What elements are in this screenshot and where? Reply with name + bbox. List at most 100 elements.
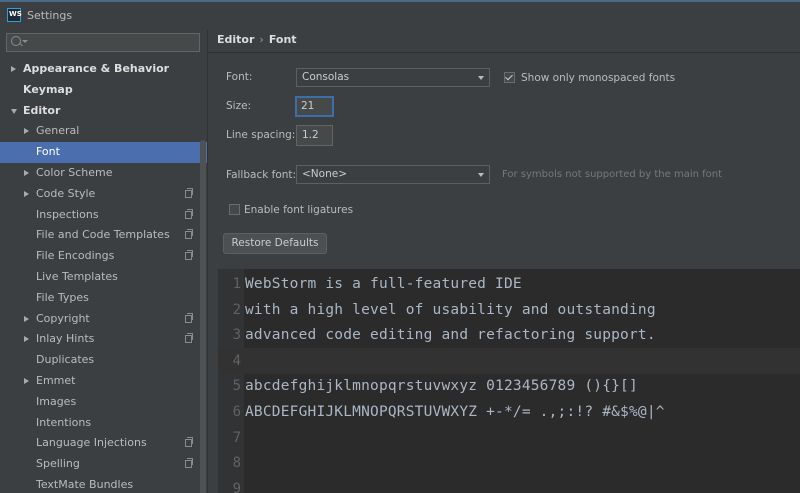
sidebar-item-editor[interactable]: Editor xyxy=(0,101,207,122)
expand-arrow-right-icon[interactable] xyxy=(11,66,16,72)
code-line[interactable]: 5 abcdefghijklmnopqrstuvwxyz 0123456789 (… xyxy=(218,373,800,399)
sidebar-item-duplicates[interactable]: Duplicates xyxy=(0,350,207,371)
sidebar-item-label: Code Style xyxy=(36,186,96,200)
expand-arrow-right-icon[interactable] xyxy=(24,315,29,322)
line-number: 7 xyxy=(232,429,241,446)
sidebar-item-label: Duplicates xyxy=(36,353,95,367)
sidebar-item-label: Keymap xyxy=(23,82,73,96)
font-combobox-value: Consolas xyxy=(302,71,350,83)
line-text: ABCDEFGHIJKLMNOPQRSTUVWXYZ +-*/= .,;:!? … xyxy=(245,404,665,420)
sidebar-item-live-templates[interactable]: Live Templates xyxy=(0,267,207,288)
sidebar-item-emmet[interactable]: Emmet xyxy=(0,371,207,392)
sidebar-item-label: Copyright xyxy=(36,311,90,325)
webstorm-logo-icon: WS xyxy=(7,8,22,22)
code-line[interactable]: 6 ABCDEFGHIJKLMNOPQRSTUVWXYZ +-*/= .,;:!?… xyxy=(218,399,800,425)
breadcrumb-current: Font xyxy=(268,33,297,46)
sidebar-item-general[interactable]: General xyxy=(0,121,207,142)
sidebar-item-label: Inspections xyxy=(36,207,99,221)
sidebar-item-spelling[interactable]: Spelling xyxy=(0,454,207,475)
sidebar-item-inlay-hints[interactable]: Inlay Hints xyxy=(0,329,207,350)
sidebar-item-label: File and Code Templates xyxy=(36,228,170,242)
sidebar-item-file-types[interactable]: File Types xyxy=(0,288,207,309)
expand-arrow-right-icon[interactable] xyxy=(24,128,29,135)
project-scope-copy-icon xyxy=(185,187,193,198)
project-scope-copy-icon xyxy=(185,437,193,448)
sidebar-item-color-scheme[interactable]: Color Scheme xyxy=(0,163,207,184)
chevron-down-icon xyxy=(478,76,484,80)
settings-sidebar: Appearance & Behavior Keymap Editor General… xyxy=(0,30,207,493)
restore-defaults-button[interactable]: Restore Defaults xyxy=(223,233,327,254)
sidebar-item-label: Editor xyxy=(23,103,61,117)
line-text: WebStorm is a full-featured IDE xyxy=(245,276,522,292)
header-divider xyxy=(208,52,800,53)
font-preview-editor[interactable]: 1 WebStorm is a full-featured IDE 2 with a … xyxy=(218,269,800,493)
sidebar-item-label: TextMate Bundles xyxy=(36,477,134,491)
sidebar-item-file-encodings[interactable]: File Encodings xyxy=(0,246,207,267)
settings-tree: Appearance & Behavior Keymap Editor General… xyxy=(0,59,207,493)
code-line[interactable]: 2 with a high level of usability and outs… xyxy=(218,297,800,323)
code-line[interactable]: 4 xyxy=(218,347,800,374)
expand-arrow-down-icon[interactable] xyxy=(11,108,17,114)
monospaced-checkbox[interactable] xyxy=(504,72,515,83)
expand-arrow-right-icon[interactable] xyxy=(24,169,29,176)
code-line[interactable]: 8 xyxy=(218,450,800,476)
code-line[interactable]: 7 xyxy=(218,425,800,451)
sidebar-item-label: Intentions xyxy=(36,415,92,429)
sidebar-item-inspections[interactable]: Inspections xyxy=(0,205,207,226)
font-ligatures-checkbox[interactable] xyxy=(229,204,240,215)
expand-arrow-right-icon[interactable] xyxy=(24,190,29,197)
project-scope-copy-icon xyxy=(185,208,193,219)
sidebar-item-label: Images xyxy=(36,394,77,408)
font-combobox[interactable]: Consolas xyxy=(296,68,490,87)
breadcrumb: Editor › Font xyxy=(217,33,297,46)
line-text: with a high level of usability and outst… xyxy=(245,301,656,318)
sidebar-item-code-style[interactable]: Code Style xyxy=(0,184,207,205)
line-number: 9 xyxy=(232,480,241,493)
expand-arrow-right-icon[interactable] xyxy=(24,377,29,384)
expand-arrow-right-icon[interactable] xyxy=(24,336,29,343)
sidebar-item-label: Emmet xyxy=(36,373,76,387)
font-settings-panel: Editor › Font Font: Consolas Show only mon… xyxy=(207,30,800,493)
line-spacing-field[interactable]: 1.2 xyxy=(296,125,333,146)
line-number: 8 xyxy=(232,455,241,472)
sidebar-item-file-and-code-templates[interactable]: File and Code Templates xyxy=(0,225,207,246)
project-scope-copy-icon xyxy=(185,312,193,323)
monospaced-checkbox-label[interactable]: Show only monospaced fonts xyxy=(521,72,675,84)
sidebar-item-images[interactable]: Images xyxy=(0,392,207,413)
sidebar-item-keymap[interactable]: Keymap xyxy=(0,80,207,101)
code-line[interactable]: 3 advanced code editing and refactoring s… xyxy=(218,322,800,348)
sidebar-item-font[interactable]: Font xyxy=(0,142,207,163)
fallback-font-value: <None> xyxy=(302,168,347,180)
size-field[interactable]: 21 xyxy=(295,96,334,117)
sidebar-item-textmate-bundles[interactable]: TextMate Bundles xyxy=(0,475,207,493)
sidebar-item-copyright[interactable]: Copyright xyxy=(0,309,207,330)
sidebar-item-appearance-behavior[interactable]: Appearance & Behavior xyxy=(0,59,207,80)
line-number: 4 xyxy=(232,352,241,369)
font-ligatures-label[interactable]: Enable font ligatures xyxy=(244,204,353,216)
search-options-dropdown-icon[interactable] xyxy=(22,40,28,43)
code-line[interactable]: 1 WebStorm is a full-featured IDE xyxy=(218,271,800,297)
code-line[interactable]: 9 xyxy=(218,476,800,493)
sidebar-item-label: Live Templates xyxy=(36,269,118,283)
project-scope-copy-icon xyxy=(185,250,193,261)
font-label: Font: xyxy=(226,71,253,83)
search-icon xyxy=(11,36,21,46)
line-number: 5 xyxy=(232,378,241,395)
checkmark-icon xyxy=(505,72,513,81)
title-bar: WS Settings xyxy=(0,0,800,30)
line-number: 1 xyxy=(232,276,241,292)
sidebar-item-label: Appearance & Behavior xyxy=(23,62,170,75)
sidebar-scrollbar[interactable] xyxy=(200,140,206,493)
fallback-font-hint: For symbols not supported by the main fo… xyxy=(502,169,723,180)
sidebar-item-language-injections[interactable]: Language Injections xyxy=(0,433,207,454)
breadcrumb-parent[interactable]: Editor xyxy=(217,33,254,46)
window-title: Settings xyxy=(27,9,73,22)
sidebar-item-intentions[interactable]: Intentions xyxy=(0,413,207,434)
sidebar-item-label: Font xyxy=(36,145,60,159)
fallback-font-combobox[interactable]: <None> xyxy=(296,165,490,184)
line-spacing-label: Line spacing: xyxy=(226,129,296,141)
sidebar-item-label: File Encodings xyxy=(36,249,115,263)
settings-search-input[interactable] xyxy=(6,33,200,52)
size-label: Size: xyxy=(226,100,252,112)
sidebar-item-label: Inlay Hints xyxy=(36,332,95,346)
